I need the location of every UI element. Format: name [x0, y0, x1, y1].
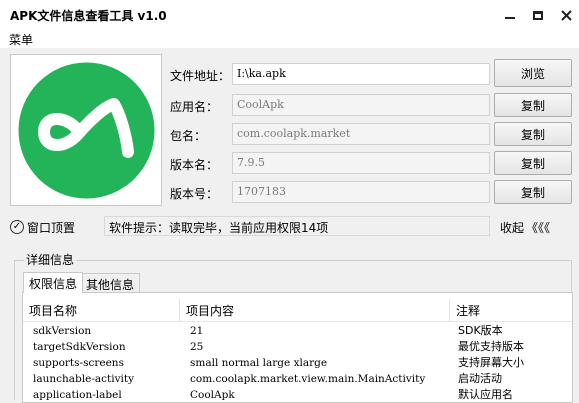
- cell-content: com.coolapk.market.view.main.MainActivit…: [190, 373, 426, 385]
- column-header-name[interactable]: 项目名称: [23, 299, 180, 321]
- app-name-label: 应用名：: [170, 100, 219, 114]
- table-row[interactable]: targetSdkVersion 25 最优支持版本: [23, 339, 572, 355]
- column-header-note[interactable]: 注释: [450, 299, 572, 321]
- table-row[interactable]: sdkVersion 21 SDK版本: [23, 323, 572, 339]
- pin-window-checkbox[interactable]: ✓ 窗口顶置: [10, 218, 75, 236]
- copy-package-button[interactable]: 复制: [494, 122, 572, 146]
- version-code-label: 版本号：: [170, 187, 219, 201]
- cell-note: 最优支持版本: [458, 340, 524, 353]
- cell-note: 支持屏幕大小: [458, 356, 524, 369]
- app-icon-panel: [10, 54, 162, 206]
- file-path-label: 文件地址：: [170, 69, 231, 83]
- title-bar: APK文件信息查看工具 v1.0: [0, 0, 579, 30]
- minimize-icon: [505, 17, 515, 19]
- menu-bar: 菜单: [0, 30, 579, 48]
- double-chevron-left-icon: 《《《: [526, 221, 551, 235]
- cell-content: small normal large xlarge: [190, 357, 328, 369]
- package-label: 包名：: [170, 129, 207, 143]
- window-title: APK文件信息查看工具 v1.0: [10, 9, 167, 23]
- version-code-field[interactable]: 1707183: [232, 181, 490, 203]
- status-hint: 软件提示：读取完毕，当前应用权限14项: [104, 216, 490, 236]
- version-name-label: 版本名：: [170, 158, 219, 172]
- tab-other-info[interactable]: 其他信息: [80, 273, 141, 293]
- maximize-button[interactable]: [528, 6, 548, 24]
- copy-app-name-button[interactable]: 复制: [494, 93, 572, 117]
- version-name-field[interactable]: 7.9.5: [232, 152, 490, 174]
- close-button[interactable]: [556, 6, 576, 24]
- copy-version-name-button[interactable]: 复制: [494, 151, 572, 175]
- cell-content: 21: [190, 325, 204, 337]
- cell-note: 默认应用名: [458, 388, 513, 401]
- cell-content: CoolApk: [190, 389, 235, 401]
- close-icon: [560, 9, 572, 21]
- collapse-label: 收起: [500, 221, 525, 235]
- cell-name: targetSdkVersion: [33, 341, 126, 353]
- coolapk-logo-icon: [18, 62, 155, 199]
- cell-name: sdkVersion: [33, 325, 92, 337]
- tab-permissions[interactable]: 权限信息: [23, 272, 84, 293]
- pin-window-label: 窗口顶置: [27, 220, 76, 235]
- header-divider: [23, 321, 572, 322]
- cell-name: supports-screens: [33, 357, 124, 369]
- collapse-button[interactable]: 收起 《《《: [500, 219, 550, 236]
- details-table: 项目名称 项目内容 注释 sdkVersion 21 SDK版本 targetS…: [22, 292, 573, 403]
- cell-name: launchable-activity: [33, 373, 135, 385]
- cell-name: application-label: [33, 389, 122, 401]
- app-name-field[interactable]: CoolApk: [232, 94, 490, 116]
- table-row[interactable]: launchable-activity com.coolapk.market.v…: [23, 371, 572, 387]
- cell-content: 25: [190, 341, 204, 353]
- table-row[interactable]: supports-screens small normal large xlar…: [23, 355, 572, 371]
- cell-note: SDK版本: [458, 324, 503, 337]
- table-row[interactable]: application-label CoolApk 默认应用名: [23, 387, 572, 402]
- column-header-content[interactable]: 项目内容: [180, 299, 450, 321]
- maximize-icon: [533, 10, 543, 20]
- browse-button[interactable]: 浏览: [494, 59, 572, 87]
- minimize-button[interactable]: [500, 6, 520, 24]
- copy-version-code-button[interactable]: 复制: [494, 180, 572, 204]
- details-group-title: 详细信息: [24, 251, 77, 268]
- menu-item[interactable]: 菜单: [9, 31, 33, 48]
- file-path-field[interactable]: I:\ka.apk: [232, 63, 490, 85]
- cell-note: 启动活动: [458, 372, 502, 385]
- checkmark-icon: ✓: [10, 220, 24, 234]
- package-field[interactable]: com.coolapk.market: [232, 123, 490, 145]
